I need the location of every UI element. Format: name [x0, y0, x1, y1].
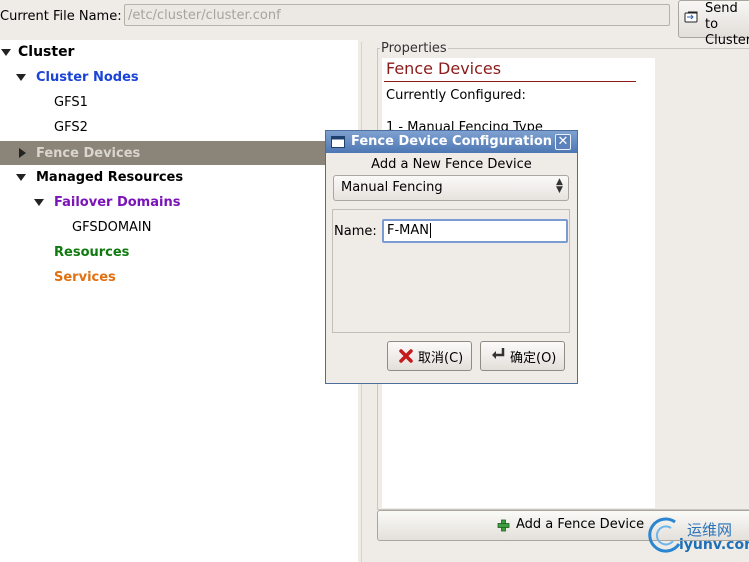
cancel-label: 取消(C): [418, 351, 464, 366]
dialog-title: Fence Device Configuration: [351, 134, 551, 149]
close-icon[interactable]: ✕: [555, 134, 571, 150]
tree-item-cluster-nodes[interactable]: Cluster Nodes: [36, 65, 139, 90]
expand-cluster-nodes-icon[interactable]: [16, 74, 26, 81]
name-input[interactable]: F-MAN: [382, 219, 568, 243]
send-icon: [684, 11, 698, 23]
tree-item-services[interactable]: Services: [54, 265, 116, 290]
tree-item-cluster[interactable]: Cluster: [18, 40, 74, 65]
tree-item-resources[interactable]: Resources: [54, 240, 129, 265]
expand-managed-resources-icon[interactable]: [16, 174, 26, 181]
tree-item-node-gfs2[interactable]: GFS2: [54, 115, 88, 140]
properties-label: Properties: [380, 41, 448, 56]
expand-fence-devices-icon[interactable]: [19, 148, 26, 158]
title-underline: [384, 81, 636, 82]
tree-item-fence-devices[interactable]: Fence Devices: [36, 141, 140, 166]
file-path-field: /etc/cluster/cluster.conf: [124, 4, 670, 26]
tree-item-node-gfs1[interactable]: GFS1: [54, 90, 88, 115]
add-icon: [497, 519, 510, 532]
enter-icon: [492, 348, 505, 359]
window-icon: [331, 136, 345, 148]
tree-item-managed-resources[interactable]: Managed Resources: [36, 165, 183, 190]
file-name-label: Current File Name:: [0, 9, 122, 24]
dialog-heading: Add a New Fence Device: [371, 157, 532, 172]
expand-failover-domains-icon[interactable]: [34, 199, 44, 206]
add-fence-device-label: Add a Fence Device: [516, 517, 645, 532]
cancel-icon: [399, 349, 413, 363]
currently-configured-label: Currently Configured:: [386, 88, 526, 103]
name-label: Name:: [334, 224, 377, 239]
tree-item-gfsdomain[interactable]: GFSDOMAIN: [72, 215, 152, 240]
watermark-domain: iyunv.com: [679, 537, 749, 553]
send-to-cluster-label: Send to Cluster: [705, 1, 749, 48]
fence-type-value: Manual Fencing: [341, 180, 443, 195]
select-arrows-icon: ▲ ▼: [556, 177, 563, 195]
ok-label: 确定(O): [510, 351, 557, 366]
tree-item-failover-domains[interactable]: Failover Domains: [54, 190, 180, 215]
expand-cluster-icon[interactable]: [1, 49, 11, 56]
properties-title: Fence Devices: [386, 59, 502, 78]
